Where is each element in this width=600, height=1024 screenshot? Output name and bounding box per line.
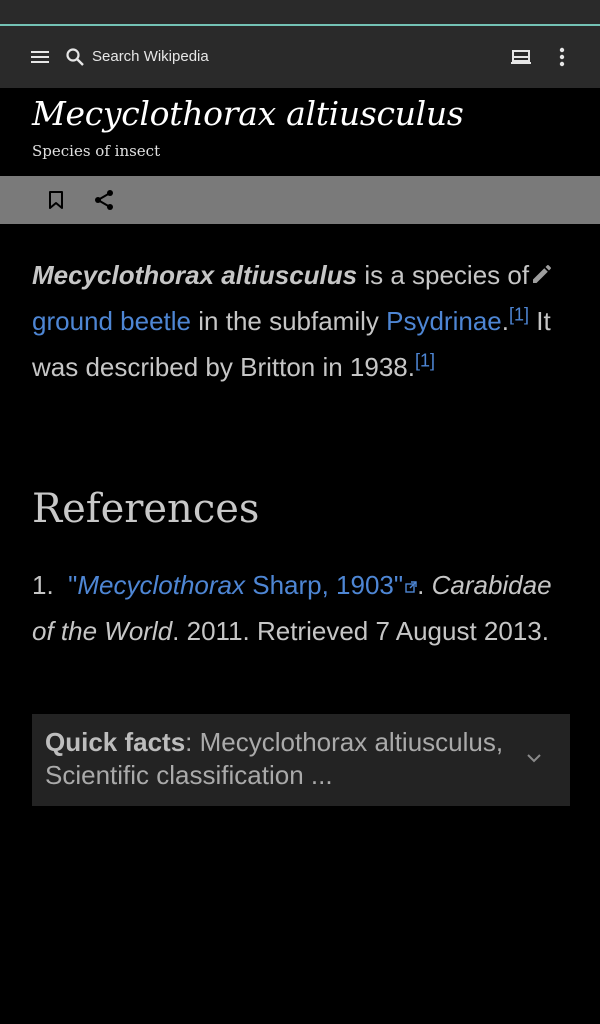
external-link-icon [405, 581, 417, 593]
reference-rest: . 2011. Retrieved 7 August 2013. [172, 616, 549, 646]
quick-facts-text: Quick facts: Mecyclothorax altiusculus, … [45, 726, 515, 792]
share-icon [95, 190, 113, 210]
intro-text-1: is a species of [357, 260, 530, 290]
menu-button[interactable] [24, 26, 56, 88]
article-intro: Mecyclothorax altiusculus is a species o… [32, 252, 552, 390]
page-subtitle: Species of insect [32, 142, 161, 160]
more-vert-icon [559, 47, 565, 67]
search-input[interactable]: Search Wikipedia [92, 26, 209, 88]
intro-text-2: in the subfamily [191, 306, 387, 336]
link-psydrinae[interactable]: Psydrinae [386, 306, 502, 336]
edit-icon [533, 265, 551, 283]
citation-1[interactable]: [1] [509, 304, 529, 324]
search-icon-wrap[interactable] [62, 26, 88, 88]
link-ground-beetle[interactable]: ground beetle [32, 306, 191, 336]
quick-facts-label: Quick facts [45, 727, 186, 757]
edit-button[interactable] [530, 262, 558, 290]
search-icon [66, 48, 84, 66]
bookmark-icon [49, 191, 63, 209]
references-heading: References [32, 486, 260, 532]
article-action-bar [0, 176, 600, 224]
status-bar [0, 0, 600, 26]
overflow-menu-button[interactable] [548, 26, 576, 88]
reference-number: 1. [32, 570, 54, 600]
bookmark-button[interactable] [40, 176, 72, 224]
reference-item: 1. "Mecyclothorax Sharp, 1903". Carabida… [32, 570, 552, 646]
tabs-button[interactable] [506, 26, 536, 88]
article-bold-name: Mecyclothorax altiusculus [32, 260, 358, 290]
chevron-down-icon [527, 754, 541, 763]
menu-icon [31, 51, 49, 63]
page-title: Mecyclothorax altiusculus [32, 94, 464, 133]
reference-link[interactable]: "Mecyclothorax Sharp, 1903" [68, 570, 417, 600]
references-list: 1. "Mecyclothorax Sharp, 1903". Carabida… [32, 562, 552, 654]
quick-facts-panel[interactable]: Quick facts: Mecyclothorax altiusculus, … [32, 714, 570, 806]
tabs-icon [511, 50, 531, 64]
citation-2[interactable]: [1] [415, 350, 435, 370]
intro-text-3: . [501, 306, 509, 336]
article-header: Mecyclothorax altiusculus Species of ins… [0, 88, 600, 176]
top-toolbar: Search Wikipedia [0, 26, 600, 88]
share-button[interactable] [88, 176, 120, 224]
